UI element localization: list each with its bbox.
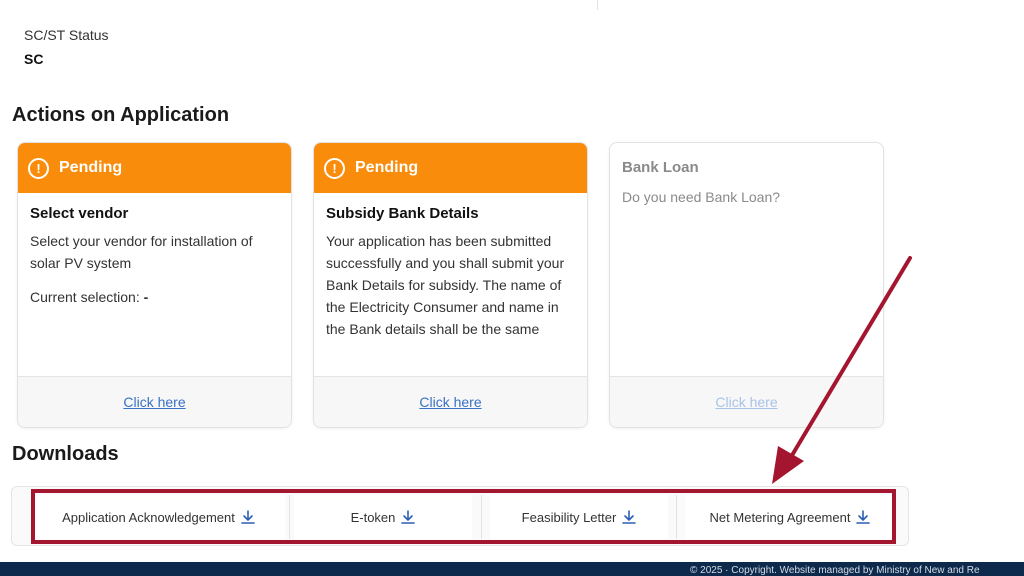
- footer-copyright: © 2025 · Copyright. Website managed by M…: [0, 562, 1024, 576]
- status-label: Pending: [59, 159, 123, 176]
- card-title: Bank Loan: [622, 159, 699, 176]
- downloads-row: Application Acknowledgement E-token Feas…: [11, 486, 909, 546]
- caste-status-label: SC/ST Status: [24, 27, 109, 43]
- status-label: Pending: [355, 159, 419, 176]
- download-icon: [401, 510, 416, 524]
- card-title: Subsidy Bank Details: [326, 205, 479, 222]
- downloads-divider: [676, 495, 677, 539]
- current-selection-label: Current selection:: [30, 289, 140, 305]
- download-label: Application Acknowledgement: [62, 509, 235, 525]
- e-token-download[interactable]: E-token: [294, 495, 472, 539]
- download-label: Net Metering Agreement: [709, 509, 851, 525]
- application-acknowledgement-download[interactable]: Application Acknowledgement: [32, 495, 285, 539]
- downloads-divider: [481, 495, 482, 539]
- download-icon: [622, 510, 637, 524]
- download-icon: [241, 510, 255, 524]
- card-status-header: ! Pending: [314, 143, 587, 193]
- download-icon: [856, 510, 871, 524]
- card-description: Select your vendor for installation of s…: [30, 233, 253, 271]
- downloads-section-title: Downloads: [12, 443, 119, 465]
- card-title: Select vendor: [30, 205, 129, 222]
- card-status-header: ! Pending: [18, 143, 291, 193]
- card-footer: Click here: [314, 376, 587, 427]
- current-selection: Current selection: -: [30, 289, 279, 305]
- alert-circle-icon: !: [28, 157, 49, 179]
- current-selection-value: -: [143, 289, 149, 305]
- card-description: Your application has been submitted succ…: [326, 233, 565, 337]
- caste-status-value: SC: [24, 51, 44, 67]
- actions-section-title: Actions on Application: [12, 104, 230, 126]
- net-metering-agreement-download[interactable]: Net Metering Agreement: [685, 495, 895, 539]
- subsidy-bank-details-card: ! Pending Subsidy Bank Details Your appl…: [313, 142, 588, 428]
- card-footer: Click here: [610, 376, 883, 427]
- select-vendor-link[interactable]: Click here: [123, 394, 185, 410]
- subsidy-bank-details-link[interactable]: Click here: [419, 394, 481, 410]
- card-footer: Click here: [18, 376, 291, 427]
- download-label: Feasibility Letter: [521, 509, 617, 525]
- bank-loan-card: Bank Loan Do you need Bank Loan? Click h…: [609, 142, 884, 428]
- card-description: Do you need Bank Loan?: [622, 189, 781, 205]
- top-divider: [597, 0, 598, 10]
- feasibility-letter-download[interactable]: Feasibility Letter: [490, 495, 668, 539]
- download-label: E-token: [350, 509, 396, 525]
- downloads-divider: [289, 495, 290, 539]
- alert-circle-icon: !: [324, 157, 345, 179]
- select-vendor-card: ! Pending Select vendor Select your vend…: [17, 142, 292, 428]
- bank-loan-link[interactable]: Click here: [715, 394, 777, 410]
